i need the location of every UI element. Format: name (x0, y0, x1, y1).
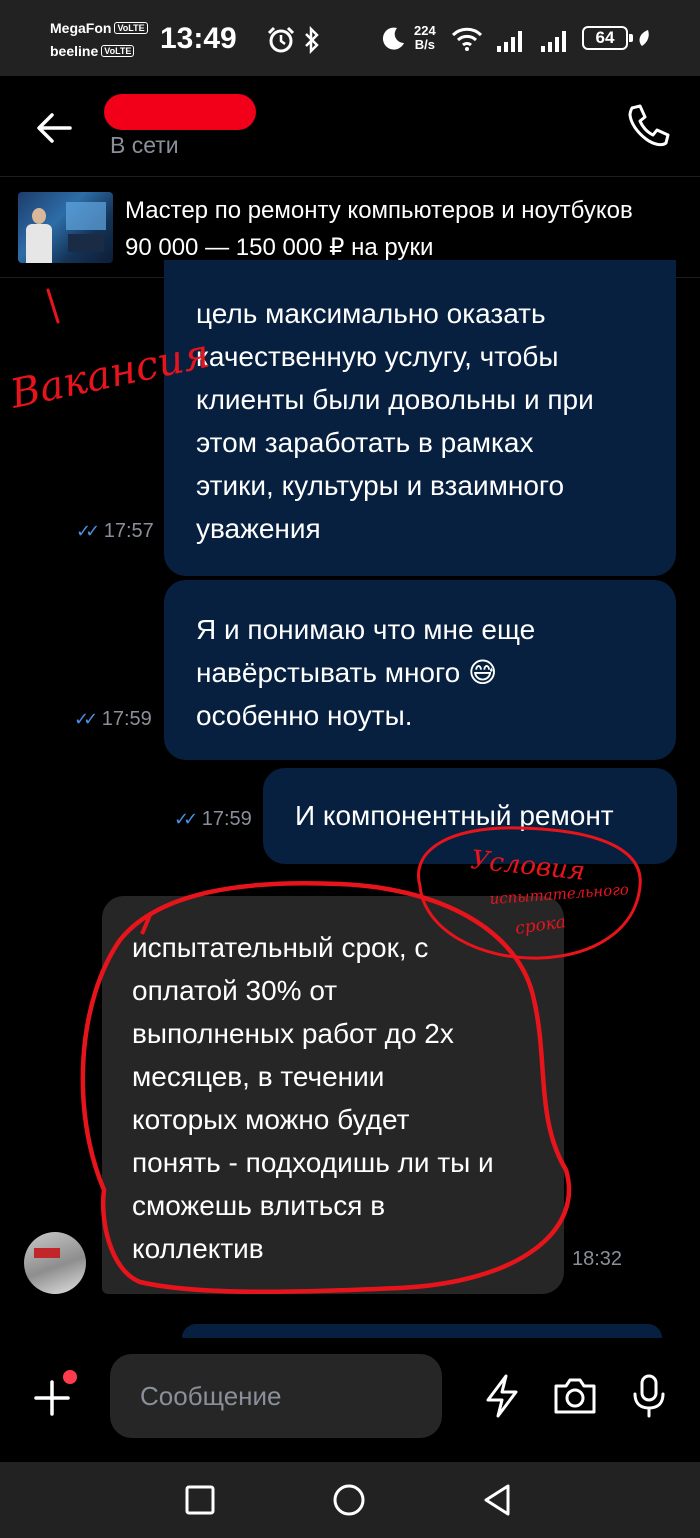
status-bar: MegaFon VoLTE beeline VoLTE 13:49 224 B/s 6… (0, 0, 700, 76)
message-text: И компонентный ремонт (295, 800, 614, 831)
net-speed: 224 B/s (414, 23, 436, 52)
read-double-check-icon: ✓✓ (76, 521, 100, 541)
carrier-beeline: beeline VoLTE (50, 43, 135, 59)
vacancy-salary: 90 000 — 150 000 ₽ на руки (125, 234, 434, 261)
read-double-check-icon: ✓✓ (174, 809, 198, 829)
carrier-megafon: MegaFon VoLTE (50, 20, 148, 36)
back-arrow-icon[interactable] (30, 108, 78, 148)
message-bubble-outgoing[interactable]: цель максимально оказать качественную ус… (164, 260, 676, 576)
bluetooth-icon (305, 26, 319, 54)
contact-name-redacted[interactable]: redacted (104, 94, 256, 130)
signal-2-icon (541, 31, 566, 52)
lightning-icon[interactable] (478, 1372, 526, 1420)
leaf-icon (639, 30, 649, 46)
read-double-check-icon: ✓✓ (74, 709, 98, 729)
dnd-moon-icon (382, 27, 404, 50)
message-text: цель максимально оказать качественную ус… (196, 298, 594, 544)
message-timestamp: ✓✓ 17:59 (74, 708, 152, 730)
message-text: Я и понимаю что мне еще навёрстывать мно… (196, 614, 536, 731)
message-bubble-outgoing[interactable]: И компонентный ремонт (263, 768, 677, 864)
message-timestamp: 18:32 (572, 1248, 623, 1270)
phone-call-icon[interactable] (622, 100, 674, 152)
message-bubble-incoming[interactable]: испытательный срок, с оплатой 30% от вып… (102, 896, 622, 1294)
volte-badge: VoLTE (114, 22, 148, 34)
message-timestamp: ✓✓ 17:59 (174, 808, 252, 830)
volte-badge: VoLTE (101, 45, 135, 57)
battery-indicator: 64 (582, 26, 633, 50)
message-text: испытательный срок, с оплатой 30% от вып… (132, 932, 494, 1264)
back-triangle-icon[interactable] (480, 1482, 516, 1518)
message-input-bar (0, 1340, 700, 1460)
camera-icon[interactable] (551, 1372, 599, 1420)
message-timestamp: ✓✓ 17:57 (76, 520, 154, 542)
notification-dot (63, 1370, 77, 1384)
contact-online-status: В сети (110, 132, 179, 158)
alarm-icon (267, 26, 295, 53)
chat-header: redacted В сети (0, 76, 700, 176)
recent-apps-icon[interactable] (182, 1482, 218, 1518)
status-clock: 13:49 (160, 22, 237, 55)
microphone-icon[interactable] (625, 1372, 673, 1420)
vacancy-thumbnail (18, 192, 113, 263)
signal-1-icon (497, 31, 522, 52)
message-bubble-partial (182, 1324, 662, 1338)
vacancy-title: Мастер по ремонту компьютеров и ноутбуко… (125, 197, 633, 224)
message-input[interactable] (110, 1354, 442, 1438)
sender-avatar[interactable] (24, 1232, 86, 1294)
system-navigation-bar (0, 1462, 700, 1538)
message-bubble-outgoing[interactable]: Я и понимаю что мне еще навёрстывать мно… (164, 580, 676, 760)
wifi-icon (451, 27, 483, 51)
home-circle-icon[interactable] (331, 1482, 367, 1518)
